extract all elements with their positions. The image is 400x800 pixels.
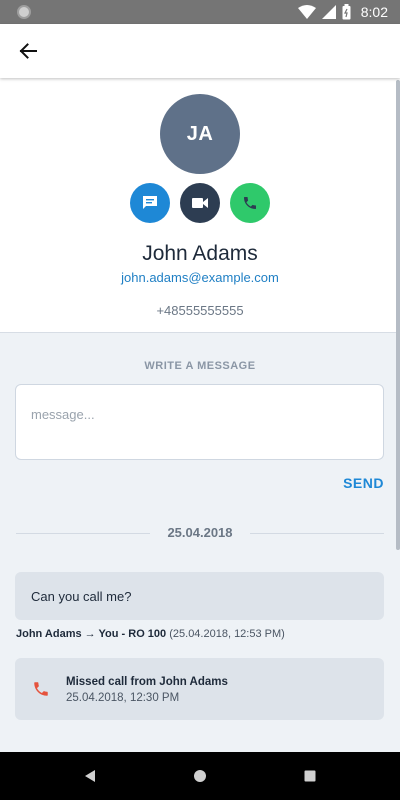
phone-icon [244,197,256,209]
notification-dot-icon [17,5,31,19]
write-message-label: WRITE A MESSAGE [144,360,256,372]
scrollbar[interactable] [396,80,400,550]
call-time: 25.04.2018, 12:30 PM [66,692,180,704]
recents-square-icon [304,770,316,782]
nav-back-button[interactable] [80,766,100,786]
contact-name: John Adams [142,242,258,265]
date-divider-line-right [250,533,384,534]
call-button[interactable] [230,183,270,223]
video-call-button[interactable] [180,183,220,223]
avatar: JA [160,94,240,174]
contact-phone[interactable]: +48555555555 [0,303,400,318]
status-time: 8:02 [360,4,388,20]
contact-email[interactable]: john.adams@example.com [0,270,400,285]
message-sender: John Adams → You - RO 100 [16,628,167,640]
battery-icon [342,4,351,20]
system-nav-bar [0,752,400,800]
nav-recents-button[interactable] [300,766,320,786]
call-title: Missed call from John Adams [66,676,228,688]
status-bar: 8:02 [0,0,400,24]
signal-icon [321,5,336,19]
message-time: (25.04.2018, 12:53 PM) [169,628,285,640]
status-icons: 8:02 [297,3,388,21]
back-triangle-icon [85,770,95,782]
video-icon [192,198,208,208]
message-bubble: Can you call me? [15,572,384,620]
app-bar [0,24,400,78]
back-button[interactable] [14,37,42,65]
wifi-icon [297,5,316,19]
message-input[interactable] [15,384,384,460]
nav-home-button[interactable] [190,766,210,786]
arrow-left-icon [19,43,37,59]
missed-call-card: Missed call from John Adams 25.04.2018, … [15,658,384,720]
phone-missed-icon [34,682,48,696]
send-button[interactable]: SEND [343,475,384,491]
chat-icon [143,196,157,209]
contact-profile: JA John Adams john.adams@example.com +48… [0,78,400,333]
message-meta: John Adams → You - RO 100 (25.04.2018, 1… [16,628,285,640]
home-circle-icon [194,770,206,782]
message-button[interactable] [130,183,170,223]
